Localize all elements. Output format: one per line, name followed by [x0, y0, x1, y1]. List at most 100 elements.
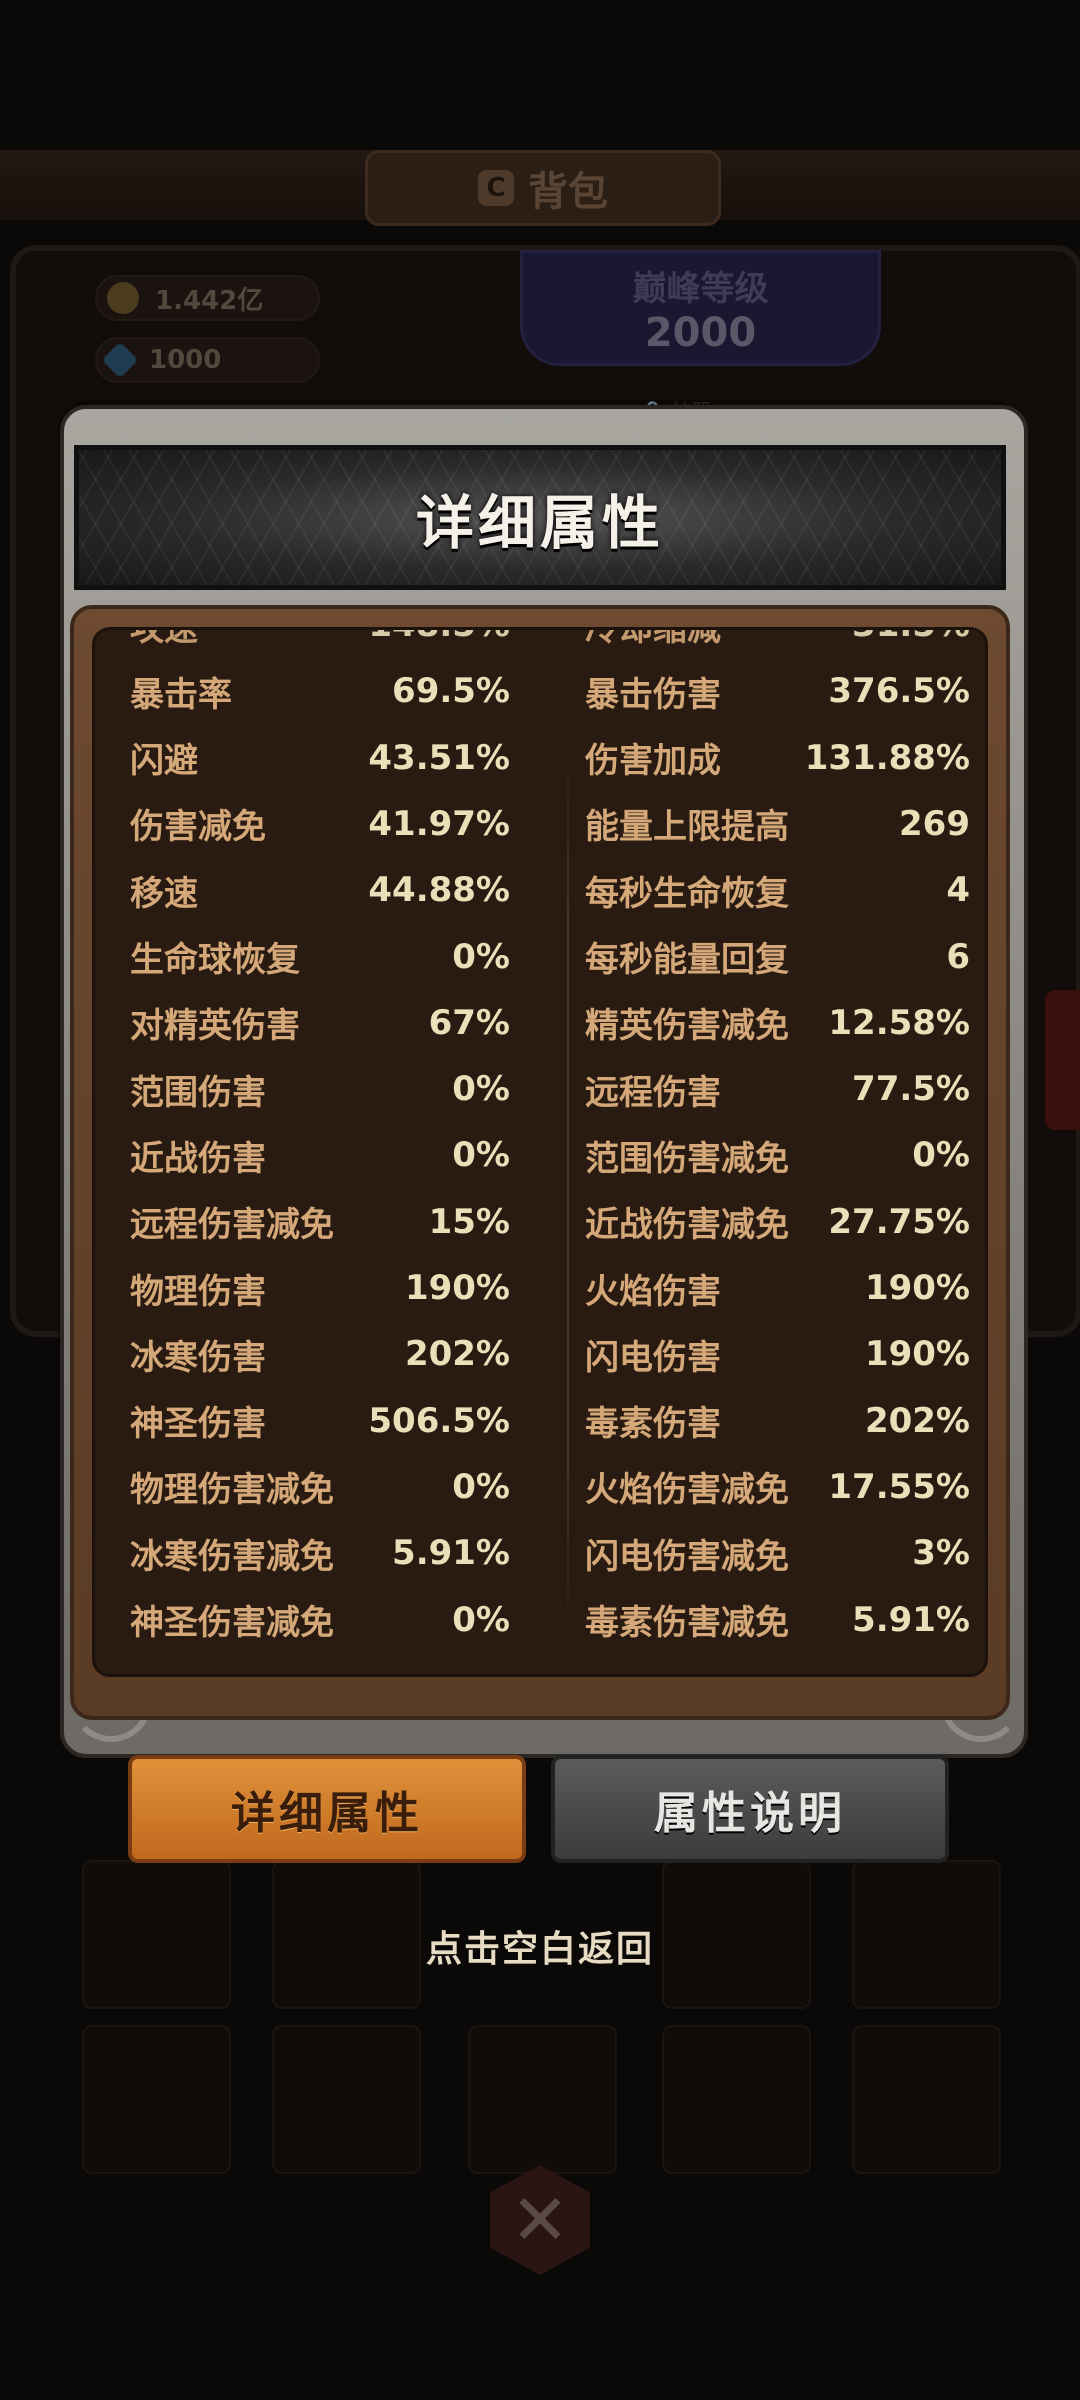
- stats-scroll-area[interactable]: 攻速 148.5% 暴击率 69.5% 闪避 43.51% 伤害减免 41.97% 移速 44.8…: [92, 627, 988, 1677]
- inventory-slot: [852, 2025, 1001, 2174]
- inventory-slot: [468, 2025, 617, 2174]
- stat-row: 每秒能量回复 6: [585, 924, 970, 990]
- stat-value: 77.5%: [852, 1069, 970, 1110]
- stat-row: 闪电伤害减免 3%: [585, 1520, 970, 1586]
- crossed-swords-icon: ✕: [490, 2165, 590, 2275]
- inventory-slot: [272, 2025, 421, 2174]
- stat-name: 攻速: [130, 627, 198, 649]
- stat-value: 6: [946, 936, 970, 977]
- stat-row: 神圣伤害减免 0%: [130, 1587, 510, 1653]
- popup-header: 详细属性: [74, 445, 1006, 590]
- stat-row: 范围伤害 0%: [130, 1056, 510, 1122]
- stat-row: 移速 44.88%: [130, 857, 510, 923]
- popup-title: 详细属性: [415, 488, 664, 557]
- stat-value: 15%: [428, 1201, 510, 1242]
- stat-row: 物理伤害减免 0%: [130, 1454, 510, 1520]
- stat-name: 生命球恢复: [130, 940, 300, 980]
- stat-row: 远程伤害减免 15%: [130, 1189, 510, 1255]
- stat-name: 毒素伤害减免: [585, 1603, 789, 1643]
- stat-row: 精英伤害减免 12.58%: [585, 990, 970, 1056]
- stat-row: 冷却缩减 31.5%: [585, 627, 970, 658]
- stat-name: 火焰伤害减免: [585, 1470, 789, 1511]
- stat-value: 190%: [864, 1334, 970, 1375]
- stat-row: 冰寒伤害减免 5.91%: [130, 1520, 510, 1586]
- stat-name: 近战伤害: [130, 1138, 266, 1179]
- peak-level-label: 巅峰等级: [632, 268, 769, 309]
- stat-row: 近战伤害减免 27.75%: [585, 1189, 970, 1255]
- stat-row: 火焰伤害 190%: [585, 1255, 970, 1321]
- stat-value: 27.75%: [828, 1201, 970, 1242]
- inventory-slot: [662, 2025, 811, 2174]
- side-tab: [1045, 990, 1080, 1130]
- stat-name: 神圣伤害: [130, 1404, 266, 1445]
- stats-panel: 攻速 148.5% 暴击率 69.5% 闪避 43.51% 伤害减免 41.97% 移速 44.8…: [70, 605, 1010, 1720]
- stat-row: 范围伤害减免 0%: [585, 1122, 970, 1188]
- stat-name: 移速: [130, 873, 198, 914]
- stat-name: 火焰伤害: [585, 1271, 721, 1312]
- stat-value: 190%: [864, 1268, 970, 1308]
- stat-value: 5.91%: [392, 1533, 510, 1574]
- stat-value: 0%: [452, 1135, 510, 1176]
- stat-value: 0%: [452, 1069, 510, 1110]
- stat-row: 闪电伤害 190%: [585, 1321, 970, 1387]
- bag-title: 背包: [528, 169, 608, 215]
- stat-value: 506.5%: [368, 1400, 510, 1441]
- gold-coin-icon: [107, 282, 139, 314]
- stat-value: 5.91%: [852, 1599, 970, 1640]
- stat-name: 冰寒伤害: [130, 1337, 266, 1378]
- stat-value: 4: [946, 870, 970, 911]
- stat-value: 44.88%: [368, 870, 510, 911]
- stat-name: 范围伤害: [130, 1072, 266, 1113]
- stat-row: 物理伤害 190%: [130, 1255, 510, 1321]
- stat-name: 伤害加成: [585, 741, 721, 782]
- stat-name: 神圣伤害减免: [130, 1603, 334, 1643]
- peak-level-value: 2000: [644, 309, 757, 356]
- stat-row: 伤害减免 41.97%: [130, 791, 510, 857]
- stat-name: 对精英伤害: [130, 1006, 300, 1047]
- stat-value: 3%: [912, 1533, 970, 1574]
- stat-value: 376.5%: [828, 671, 970, 712]
- stat-row: 远程伤害 77.5%: [585, 1056, 970, 1122]
- stat-row: 闪避 43.51%: [130, 725, 510, 791]
- stat-value: 31.5%: [852, 630, 970, 645]
- stat-row: 伤害加成 131.88%: [585, 725, 970, 791]
- stat-name: 每秒生命恢复: [585, 873, 789, 914]
- stat-name: 近战伤害减免: [585, 1205, 789, 1246]
- stat-row: 能量上限提高 269: [585, 791, 970, 857]
- stat-value: 269: [899, 803, 970, 844]
- stat-row: 冰寒伤害 202%: [130, 1321, 510, 1387]
- stat-name: 冷却缩减: [585, 627, 721, 649]
- gem-amount: 1000: [149, 345, 222, 375]
- stat-row: 毒素伤害 202%: [585, 1388, 970, 1454]
- gold-amount: 1.442亿: [155, 285, 264, 316]
- stat-value: 41.97%: [368, 803, 510, 844]
- stat-name: 精英伤害减免: [585, 1006, 789, 1047]
- stat-value: 0%: [452, 936, 510, 977]
- stat-row: 对精英伤害 67%: [130, 990, 510, 1056]
- inventory-slot: [82, 2025, 231, 2174]
- stat-value: 69.5%: [392, 671, 510, 712]
- stat-name: 伤害减免: [130, 807, 266, 848]
- stat-value: 12.58%: [828, 1002, 970, 1043]
- stat-row: 暴击伤害 376.5%: [585, 658, 970, 724]
- peak-level-badge: 巅峰等级 2000: [520, 250, 881, 366]
- stat-name: 闪避: [130, 741, 198, 782]
- stat-value: 0%: [912, 1135, 970, 1176]
- panel-bottom-strip: [92, 1679, 988, 1714]
- stat-row: 每秒生命恢复 4: [585, 857, 970, 923]
- stat-name: 每秒能量回复: [585, 940, 789, 980]
- stat-name: 毒素伤害: [585, 1404, 721, 1445]
- stat-name: 物理伤害: [130, 1271, 266, 1312]
- stat-name: 物理伤害减免: [130, 1470, 334, 1511]
- stat-row: 暴击率 69.5%: [130, 658, 510, 724]
- stat-name: 冰寒伤害减免: [130, 1536, 334, 1577]
- attribute-explanation-button[interactable]: 属性说明: [551, 1755, 949, 1863]
- gold-counter: 1.442亿: [95, 275, 320, 321]
- bag-icon: C: [478, 170, 514, 206]
- stat-value: 190%: [404, 1268, 510, 1308]
- stat-row: 攻速 148.5%: [130, 627, 510, 658]
- stat-row: 神圣伤害 506.5%: [130, 1388, 510, 1454]
- column-divider: [567, 750, 569, 1630]
- stat-row: 生命球恢复 0%: [130, 924, 510, 990]
- detail-attributes-button[interactable]: 详细属性: [128, 1755, 526, 1863]
